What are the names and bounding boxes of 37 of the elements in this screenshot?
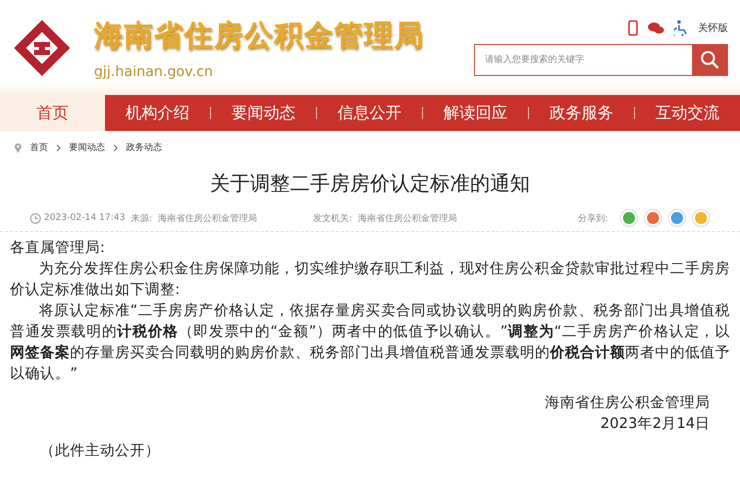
publish-date: 2023-02-14 17:43 [44, 213, 126, 223]
breadcrumb-link[interactable]: 首页 [30, 141, 48, 154]
chevron-icon [113, 144, 118, 152]
issuer-label: 发文机关: [313, 212, 352, 224]
site-title: 海南省住房公积金管理局 [94, 16, 424, 54]
site-domain: gjj.hainan.gov.cn [94, 64, 214, 80]
location-pin-icon [14, 142, 22, 152]
care-mode-link[interactable]: 关怀版 [698, 20, 728, 34]
breadcrumb-link[interactable]: 政务动态 [126, 141, 162, 154]
search-icon [700, 50, 720, 70]
nav-tab[interactable]: 政务服务 [529, 95, 634, 131]
issuer-text: 海南省住房公积金管理局 [358, 212, 458, 224]
share-label: 分享到: [578, 212, 608, 224]
signature: 海南省住房公积金管理局 [545, 394, 710, 413]
sign-date: 2023年2月14日 [600, 415, 710, 434]
nav-tab[interactable]: 信息公开 [317, 95, 422, 131]
nav-tab[interactable]: 机构介绍 [105, 95, 210, 131]
search-field[interactable]: 请输入您要搜索的关键字 [474, 44, 692, 76]
accessibility-icon[interactable] [674, 20, 688, 36]
logo-icon [12, 18, 72, 78]
nav-tab[interactable]: 要闻动态 [211, 95, 316, 131]
chat-icon[interactable] [648, 22, 664, 34]
source-label: 来源: [131, 212, 152, 224]
chevron-icon [56, 144, 61, 152]
phone-icon[interactable] [628, 20, 638, 36]
breadcrumb-link[interactable]: 要闻动态 [69, 141, 105, 154]
source-text: 海南省住房公积金管理局 [158, 212, 258, 224]
nav-tab[interactable]: 解读回应 [423, 95, 528, 131]
body-paragraph: 为充分发挥住房公积金住房保障功能，切实维护缴存职工利益，现对住房公积金贷款审批过程中二手房房价认定标准做出如下调整: [10, 260, 730, 300]
disclosure-note: （此件主动公开） [40, 442, 161, 461]
body-paragraph: 将原认定标准“二手房房产价格认定，依据存量房买卖合同或协议载明的购房价款、税务部门出具增值税普通发票载明的计税价格（即发票中的“金额”）两者中的低值予以确认。”调整为“二手房房产价格认定，以网签备案的存量房买卖合同载明的购房价款、税务部门出具增值税普通发票载明的价税合计额两者中的低值予以确认。” [10, 302, 730, 384]
salutation: 各直属管理局: [10, 239, 106, 258]
nav-tab[interactable]: 首页 [0, 95, 105, 131]
search-button[interactable] [692, 44, 728, 76]
clock-icon [30, 212, 41, 224]
nav-tab[interactable]: 互动交流 [635, 95, 740, 131]
article-title: 关于调整二手房房价认定标准的通知 [209, 170, 531, 197]
